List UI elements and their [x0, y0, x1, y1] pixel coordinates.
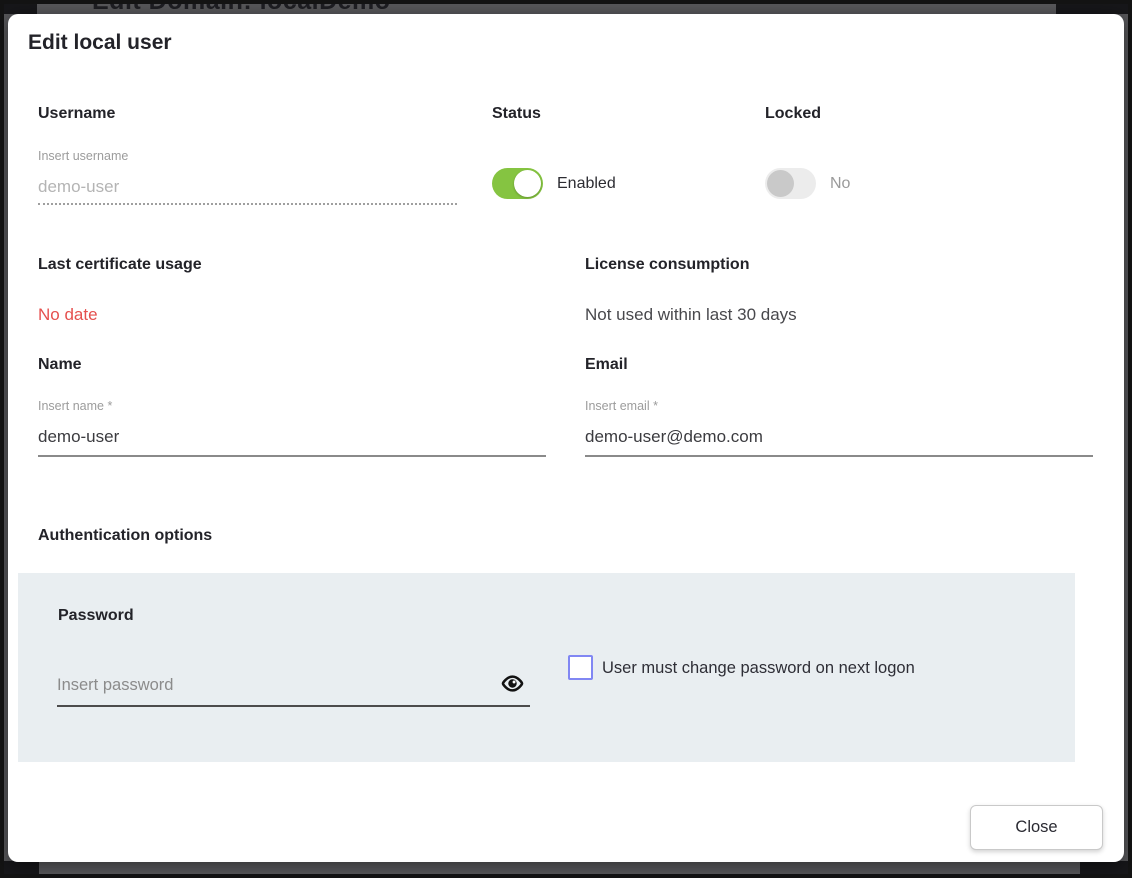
last-certificate-usage-value: No date: [38, 306, 98, 323]
name-field-wrap: [38, 418, 546, 457]
status-state-text: Enabled: [557, 176, 616, 192]
password-input[interactable]: [57, 676, 501, 695]
change-password-row: User must change password on next logon: [568, 655, 915, 680]
dialog-title: Edit local user: [28, 31, 172, 55]
background-dialog-title-text: Edit Domain: localDemo: [92, 4, 391, 14]
edit-local-user-dialog: Edit local user Username Insert username…: [8, 14, 1124, 862]
license-consumption-label: License consumption: [585, 257, 749, 273]
email-label: Email: [585, 357, 628, 373]
name-input[interactable]: [38, 418, 546, 455]
toggle-knob: [514, 170, 541, 197]
background-dialog-title-clipped: Edit Domain: localDemo: [92, 4, 562, 14]
name-hint: Insert name *: [38, 400, 112, 413]
locked-label: Locked: [765, 106, 821, 122]
password-label: Password: [58, 608, 134, 624]
last-certificate-usage-label: Last certificate usage: [38, 257, 202, 273]
change-password-label: User must change password on next logon: [602, 659, 915, 679]
username-input[interactable]: [38, 171, 457, 203]
username-field-wrap: [38, 171, 457, 205]
authentication-options-heading: Authentication options: [38, 528, 212, 544]
background-window-fragment: [4, 861, 39, 874]
locked-toggle[interactable]: [765, 168, 816, 199]
name-label: Name: [38, 357, 82, 373]
toggle-knob: [767, 170, 794, 197]
background-window-fragment: [4, 4, 37, 14]
eye-icon: [501, 672, 524, 698]
close-button[interactable]: Close: [970, 805, 1103, 850]
email-hint: Insert email *: [585, 400, 658, 413]
authentication-panel: Password User must change password on ne…: [18, 573, 1075, 762]
username-label: Username: [38, 106, 115, 122]
license-consumption-value: Not used within last 30 days: [585, 306, 797, 323]
password-field-wrap: [57, 665, 530, 707]
email-field-wrap: [585, 418, 1093, 457]
username-hint: Insert username: [38, 150, 128, 163]
status-label: Status: [492, 106, 541, 122]
background-window-fragment: [1080, 861, 1128, 874]
show-password-button[interactable]: [501, 672, 530, 698]
locked-state-text: No: [830, 176, 850, 192]
change-password-checkbox[interactable]: [568, 655, 593, 680]
screen: Edit Domain: localDemo Edit local user U…: [0, 0, 1132, 878]
email-input[interactable]: [585, 418, 1093, 455]
status-toggle[interactable]: [492, 168, 543, 199]
background-window-fragment: [1056, 4, 1128, 14]
